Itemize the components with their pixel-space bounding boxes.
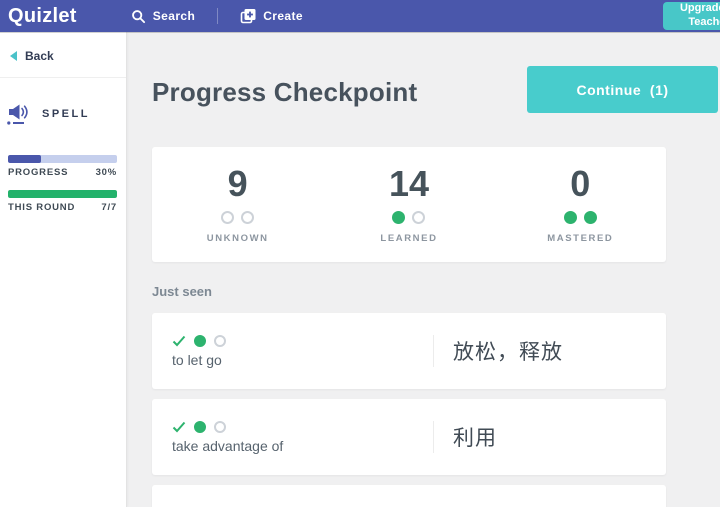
dot-icon [392,210,406,224]
nav-search[interactable]: Search [131,9,195,24]
round-label: THIS ROUND [8,202,76,213]
dot-icon [241,210,255,224]
stat-unknown-value: 9 [227,162,248,204]
mode-spell-label: SPELL [42,107,90,120]
back-label: Back [25,49,54,63]
page-title: Progress Checkpoint [152,77,418,107]
dot-icon [214,420,226,433]
term-row: take advantage of 利用 [152,399,666,475]
stat-mastered: 0 MASTERED [495,162,666,244]
dot-icon [221,210,235,224]
app-root: Quizlet Search Create Upgrade to Teacher… [0,0,720,507]
stat-unknown: 9 UNKNOWN [152,162,323,244]
round-bar-fill [8,190,117,198]
progress-label: PROGRESS [8,167,69,178]
definition-text: 放松，释放 [453,340,563,364]
stat-learned-value: 14 [388,162,430,204]
nav-search-label: Search [152,9,196,23]
round-value: 7/7 [101,202,117,213]
term-cell [152,485,433,507]
stats-card: 9 UNKNOWN 14 LEARNED 0 MASTERED [152,147,666,262]
term-text: take advantage of [172,437,284,454]
dot-icon [412,210,426,224]
continue-button[interactable]: Continue (1) [527,66,718,113]
main-content: Progress Checkpoint Continue (1) 9 UNKNO… [127,32,720,507]
create-icon [240,8,256,24]
stat-mastered-value: 0 [570,162,591,204]
term-row [152,485,666,507]
sidebar: Back SPELL PROGRESS 30% THIS ROUND 7/7 [0,32,127,507]
nav-create[interactable]: Create [240,8,303,24]
just-seen-list: to let go 放松，释放 take advantage of 利用 [152,313,666,507]
speaker-icon [7,102,32,125]
stat-unknown-dots [221,210,255,224]
term-text: to let go [172,351,222,368]
stat-unknown-label: UNKNOWN [206,232,269,244]
round-bar [8,190,117,198]
stat-learned-label: LEARNED [380,232,438,244]
dot-icon [563,210,577,224]
term-status-icons [172,420,433,433]
nav-create-label: Create [263,9,303,23]
top-navbar: Quizlet Search Create Upgrade to Teacher [0,0,720,32]
dot-icon [583,210,597,224]
term-row: to let go 放松，释放 [152,313,666,389]
quizlet-logo[interactable]: Quizlet [8,5,77,28]
just-seen-heading: Just seen [152,284,212,299]
term-cell: take advantage of [152,399,433,475]
stat-learned: 14 LEARNED [323,162,494,244]
check-icon [172,335,186,347]
check-icon [172,421,186,433]
definition-cell: 利用 [434,399,666,475]
stat-mastered-dots [563,210,597,224]
definition-text: 利用 [453,426,497,450]
round-caption: THIS ROUND 7/7 [8,202,117,213]
nav-divider [217,8,219,24]
progress-bar [8,155,117,163]
stat-learned-dots [392,210,426,224]
term-status-icons [172,334,433,347]
dot-icon [214,334,226,347]
dot-icon [194,420,206,433]
search-icon [131,9,146,24]
back-arrow-icon [10,51,17,61]
mode-spell: SPELL [7,102,90,125]
progress-bar-fill [8,155,41,163]
progress-caption: PROGRESS 30% [8,167,117,178]
upgrade-teacher-button[interactable]: Upgrade to Teacher [663,2,720,30]
definition-cell: 放松，释放 [434,313,666,389]
progress-value: 30% [95,167,117,178]
back-button[interactable]: Back [10,49,54,63]
stat-mastered-label: MASTERED [547,232,614,244]
definition-cell [434,485,666,507]
term-cell: to let go [152,313,433,389]
dot-icon [194,334,206,347]
sidebar-divider [0,77,126,78]
